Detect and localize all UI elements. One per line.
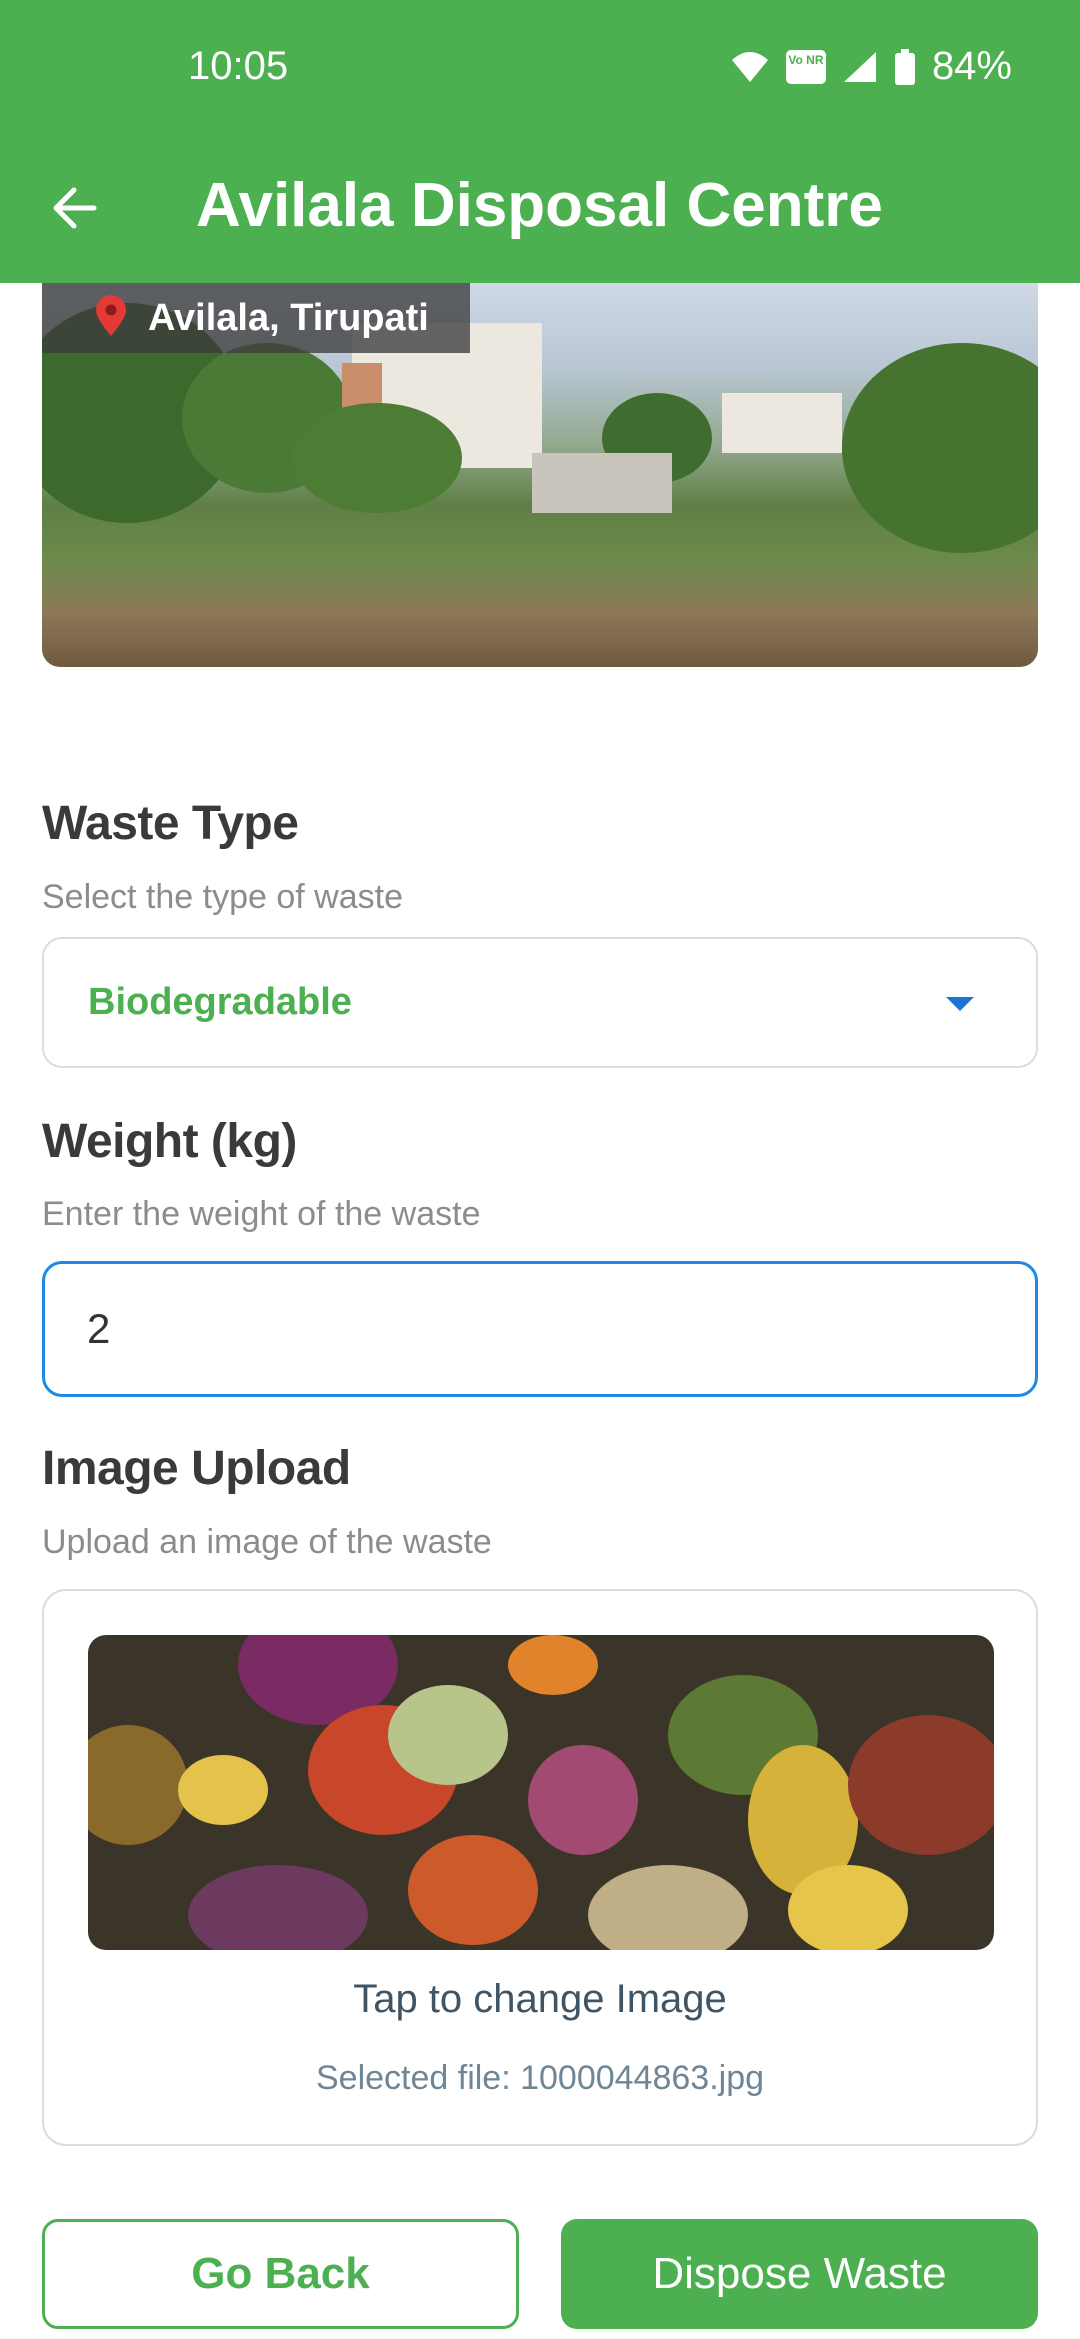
image-upload-subtitle: Upload an image of the waste — [42, 1523, 492, 1561]
location-chip: Avilala, Tirupati — [42, 283, 470, 353]
location-pin-icon — [96, 295, 126, 336]
status-icons: Vo NR 84% — [730, 44, 1012, 89]
wifi-icon — [731, 51, 768, 82]
dispose-waste-button[interactable]: Dispose Waste — [561, 2219, 1038, 2329]
tap-to-change-image[interactable]: Tap to change Image — [44, 1977, 1036, 2022]
waste-photo — [88, 1635, 994, 1950]
back-arrow-icon — [53, 187, 97, 229]
location-label: Avilala, Tirupati — [148, 296, 429, 339]
page-title: Avilala Disposal Centre — [196, 171, 883, 240]
dropdown-arrow-icon — [946, 997, 974, 1011]
waste-type-title: Waste Type — [42, 797, 299, 850]
status-time: 10:05 — [188, 44, 289, 88]
app-bar: 10:05 Vo NR 84% Avilala Disposal Centre — [0, 0, 1080, 283]
back-arrow-button[interactable] — [44, 178, 104, 238]
selected-file-label: Selected file: 1000044863.jpg — [315, 2059, 765, 2097]
signal-icon — [843, 51, 876, 82]
image-upload-card[interactable]: Tap to change Image Selected file: 10000… — [42, 1589, 1038, 2146]
weight-input[interactable] — [42, 1261, 1038, 1397]
volte-icon: Vo NR — [785, 49, 826, 84]
weight-subtitle: Enter the weight of the waste — [42, 1195, 481, 1233]
weight-title: Weight (kg) — [42, 1115, 297, 1168]
battery-percent: 84% — [931, 44, 1012, 88]
battery-icon — [894, 48, 915, 85]
waste-type-subtitle: Select the type of waste — [42, 878, 403, 916]
waste-type-value: Biodegradable — [88, 981, 352, 1023]
waste-type-dropdown[interactable]: Biodegradable — [42, 937, 1038, 1068]
image-upload-title: Image Upload — [42, 1442, 351, 1495]
go-back-button[interactable]: Go Back — [42, 2219, 519, 2329]
